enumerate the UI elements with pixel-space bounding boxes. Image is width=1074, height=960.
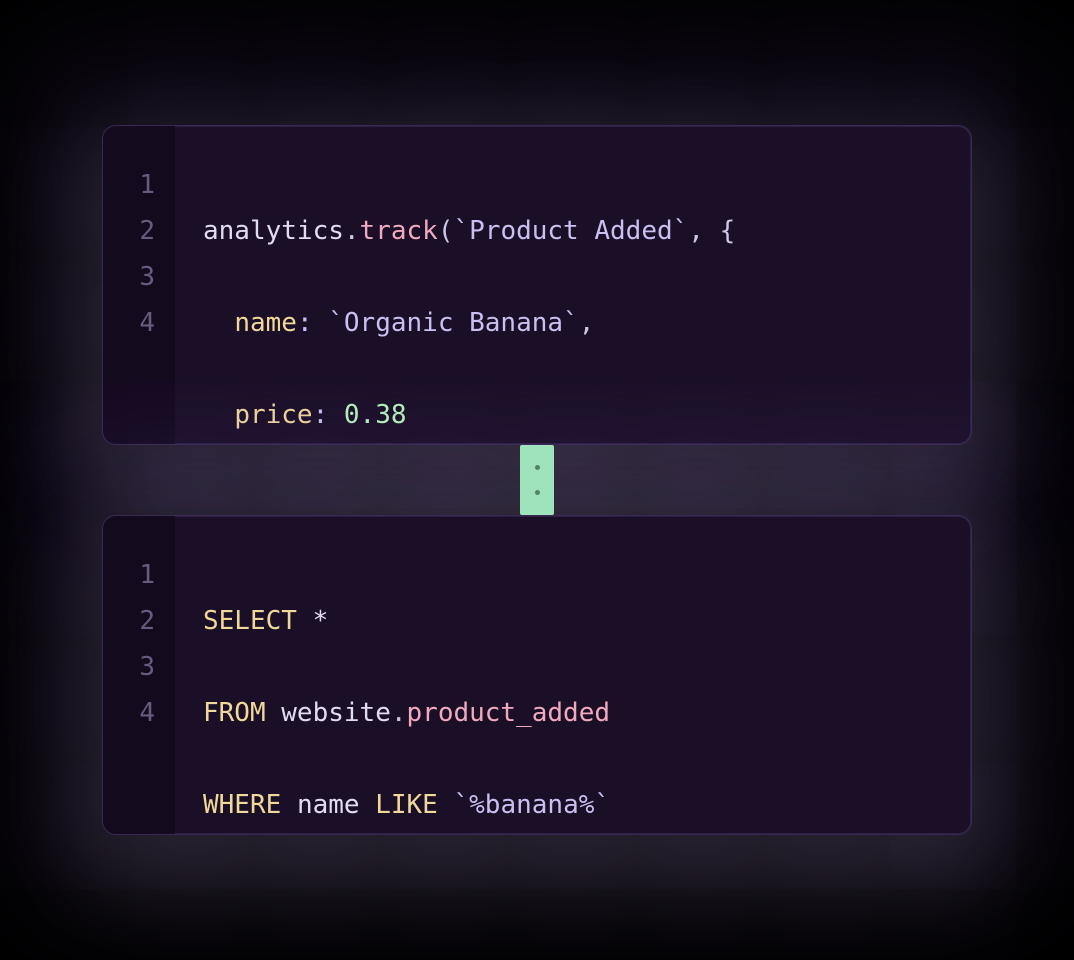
token-property: price [234,400,312,430]
token-indent [203,400,234,430]
connector-dot [535,490,540,495]
token-table: product_added [407,698,611,728]
code-line: name: `Organic Banana`, [203,300,943,346]
code-panel-sql: 1 2 3 4 SELECT * FROM website.product_ad… [102,515,972,835]
token-string: `Organic Banana` [328,308,578,338]
token-colon: : [313,400,329,430]
line-number: 1 [103,552,175,598]
line-number: 3 [103,644,175,690]
code-line: price: 0.38 [203,392,943,438]
token-comma: , [579,308,595,338]
line-number: 4 [103,690,175,736]
line-gutter: 1 2 3 4 [103,516,175,834]
token-star: * [297,606,328,636]
line-gutter: 1 2 3 4 [103,126,175,444]
token-string: `Product Added` [453,216,688,246]
line-number: 3 [103,254,175,300]
code-body: analytics.track(`Product Added`, { name:… [175,126,971,444]
line-number: 4 [103,300,175,346]
token-object: analytics [203,216,344,246]
token-string: `%banana%` [454,790,611,820]
token-number: 0.38 [344,400,407,430]
token-space [328,400,344,430]
token-keyword: LIKE [375,790,438,820]
code-panel-js: 1 2 3 4 analytics.track(`Product Added`,… [102,125,972,445]
token-punct: , { [688,216,735,246]
token-dot: . [344,216,360,246]
token-method: track [360,216,438,246]
token-indent [203,308,234,338]
token-keyword: FROM [203,698,266,728]
token-property: name [234,308,297,338]
token-space [281,790,297,820]
code-line: SELECT * [203,598,943,644]
token-field: name [297,790,360,820]
code-body: SELECT * FROM website.product_added WHER… [175,516,971,834]
token-space [360,790,376,820]
token-keyword: WHERE [203,790,281,820]
token-schema: website [281,698,391,728]
token-colon: : [297,308,313,338]
token-space [313,308,329,338]
line-number: 1 [103,162,175,208]
code-line: FROM website.product_added [203,690,943,736]
token-space [438,790,454,820]
token-dot: . [391,698,407,728]
line-number: 2 [103,598,175,644]
token-keyword: SELECT [203,606,297,636]
token-space [266,698,282,728]
code-line: analytics.track(`Product Added`, { [203,208,943,254]
code-showcase: 1 2 3 4 analytics.track(`Product Added`,… [0,0,1074,960]
connector-handle [520,445,554,515]
connector-dot [535,465,540,470]
line-number: 2 [103,208,175,254]
code-line: WHERE name LIKE `%banana%` [203,782,943,828]
token-paren: ( [438,216,454,246]
